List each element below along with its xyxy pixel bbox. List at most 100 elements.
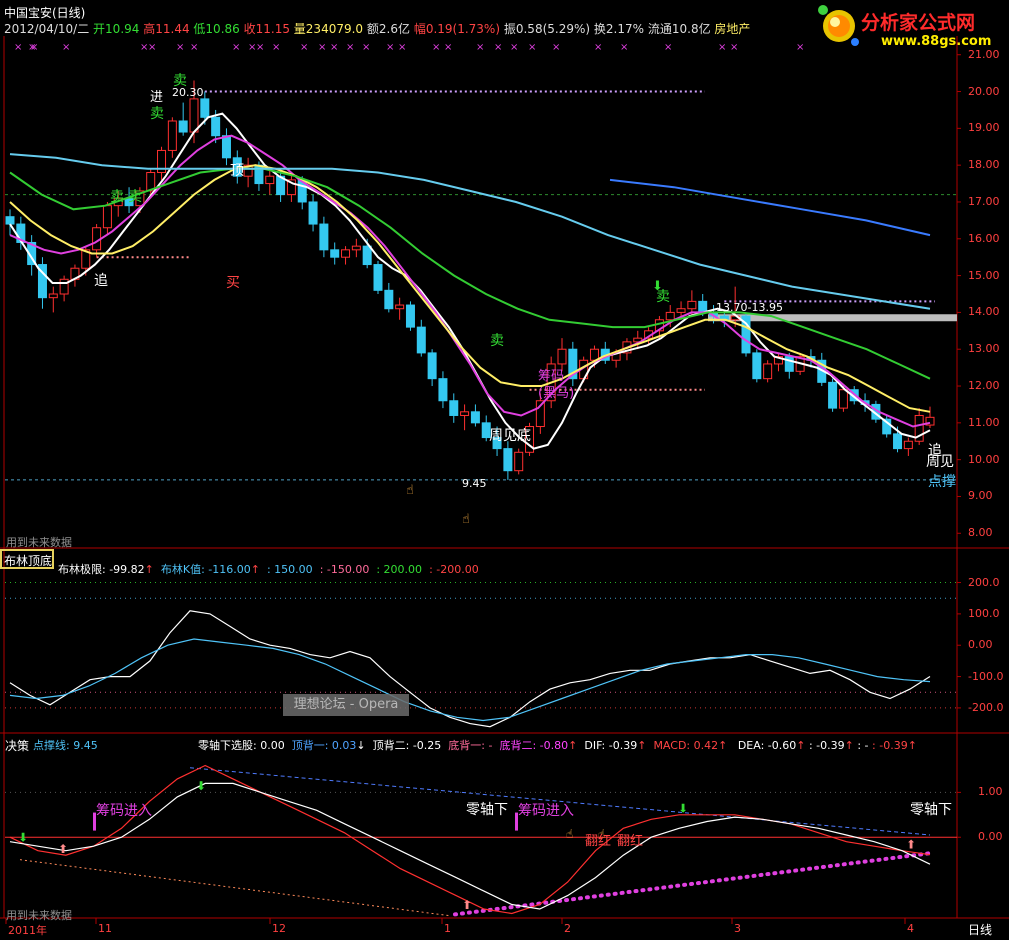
sell-label-3: 卖 (110, 189, 124, 205)
top-signal-mark: × (318, 42, 326, 53)
decision-y-tick-label: 0.00 (978, 830, 1003, 844)
decision-y-tick-label: 1.00 (978, 785, 1003, 799)
hand-pointer-icon: ☝ (566, 827, 573, 841)
top-signal-mark: × (444, 42, 452, 53)
bottom-div-1-value: 底背一: - (448, 739, 493, 752)
candle-body (211, 116, 221, 137)
candle-body (405, 304, 415, 328)
bottom-divergence-dots (453, 850, 934, 917)
top-signal-mark: × (346, 42, 354, 53)
candle-body (893, 433, 903, 450)
indicator-y-tick-label: -100.0 (968, 669, 1004, 683)
indicator-select-button[interactable]: 布林顶底 (0, 549, 54, 569)
boll-k-value: 布林K值: -116.00 (160, 563, 251, 576)
hand-pointer-icon: ☝ (462, 512, 470, 527)
x-tick-label: 4 (907, 922, 914, 935)
top-signal-mark: × (476, 42, 484, 53)
flip-red-label-1: 翻红 (585, 834, 612, 849)
dif-value: DIF: -0.39 (584, 739, 638, 752)
top-div-2-value: 顶背二: -0.25 (372, 739, 442, 752)
decision-support: 点撑线: 9.45 (33, 739, 98, 752)
boll-neg150: : -150.00 (319, 563, 370, 576)
up-arrow-icon: ↑ (718, 739, 728, 752)
candle-body (665, 311, 675, 321)
up-arrow-icon: ↑ (568, 739, 578, 752)
ma-line-yellow (9, 164, 931, 413)
candle-body (460, 411, 470, 416)
candle-body (373, 264, 383, 291)
top-signal-mark: × (30, 42, 38, 53)
candle-body (362, 245, 372, 266)
extra-1-value: : -0.39 (808, 739, 845, 752)
top-signal-mark: × (14, 42, 22, 53)
flip-red-label-2: 翻红 (617, 834, 644, 849)
candle-body (265, 175, 275, 185)
x-tick-label: 2 (564, 922, 571, 935)
up-arrow-icon: ↑ (144, 563, 154, 576)
candle-body (351, 245, 361, 251)
up-arrow-icon: ⬆ (462, 898, 472, 912)
ma-line-white (9, 112, 931, 450)
down-arrow-icon: ⬇ (196, 779, 206, 793)
chip-in-label-1: 筹码进入 (96, 803, 152, 819)
extra-2-value: : - (857, 739, 869, 752)
y-tick-label: 12.00 (968, 379, 1000, 393)
y-tick-label: 17.00 (968, 194, 1000, 208)
top-signal-mark: × (494, 42, 502, 53)
top-label: 顶 (230, 163, 244, 179)
candle-body (200, 98, 210, 118)
y-tick-label: 16.00 (968, 231, 1000, 245)
top-signal-mark: × (232, 42, 240, 53)
candle-body (341, 249, 351, 258)
decision-line-dif (9, 764, 931, 915)
candle-body (828, 381, 838, 409)
y-tick-label: 13.00 (968, 342, 1000, 356)
top-signal-mark: × (664, 42, 672, 53)
top-signal-mark: × (796, 42, 804, 53)
up-arrow-icon: ↑ (796, 739, 806, 752)
candle-body (384, 289, 394, 310)
candle-body (449, 400, 459, 416)
dea-value: DEA: -0.60 (737, 739, 797, 752)
top-signal-mark: × (718, 42, 726, 53)
sell-label-6: 卖 (656, 289, 670, 305)
bottom-divergence-line (19, 859, 451, 917)
x-tick-label: 1 (444, 922, 451, 935)
candle-body (102, 205, 112, 229)
y-tick-label: 8.00 (968, 526, 993, 540)
candle-body (438, 378, 448, 402)
indicator-select-label: 布林顶底 (4, 554, 53, 568)
y-tick-label: 18.00 (968, 158, 1000, 172)
chip-in-label-2: 筹码进入 (518, 803, 574, 819)
zero-below-value: 零轴下选股: 0.00 (198, 739, 285, 752)
decision-legend: 零轴下选股: 0.00 顶背一: 0.03↓ 顶背二: -0.25 底背一: -… (198, 737, 917, 753)
top-signal-mark: × (398, 42, 406, 53)
top-signal-mark: × (552, 42, 560, 53)
weekly-bottom-label: 周见底 (489, 428, 531, 444)
candle-body (903, 440, 913, 450)
top-signal-mark: × (510, 42, 518, 53)
candle-body (514, 451, 524, 472)
chase-label: 追 (94, 273, 108, 289)
range-marker-label: 13.70-13.95 (716, 301, 783, 314)
chip-paren-label: (黑马) (538, 386, 575, 401)
boll-limit-value: 布林极限: -99.82 (58, 563, 145, 576)
top-signal-mark: × (300, 42, 308, 53)
down-arrow-icon: ⬇ (18, 831, 28, 845)
candle-body (308, 201, 318, 225)
indicator-y-tick-label: 0.00 (968, 638, 993, 652)
up-arrow-icon: ↑ (907, 739, 917, 752)
top-signal-mark: × (272, 42, 280, 53)
candle-body (221, 135, 231, 159)
candle-body (470, 411, 480, 424)
top-signal-mark: × (594, 42, 602, 53)
y-tick-label: 9.00 (968, 489, 993, 503)
boll-200: : 200.00 (376, 563, 423, 576)
buy-label: 买 (226, 275, 240, 291)
y-tick-label: 14.00 (968, 305, 1000, 319)
hand-pointer-icon: ☝ (406, 483, 414, 498)
candle-body (189, 98, 199, 133)
down-arrow-icon: ⬇ (678, 802, 688, 816)
period-label[interactable]: 日线 (968, 921, 992, 938)
top-signal-mark: × (362, 42, 370, 53)
